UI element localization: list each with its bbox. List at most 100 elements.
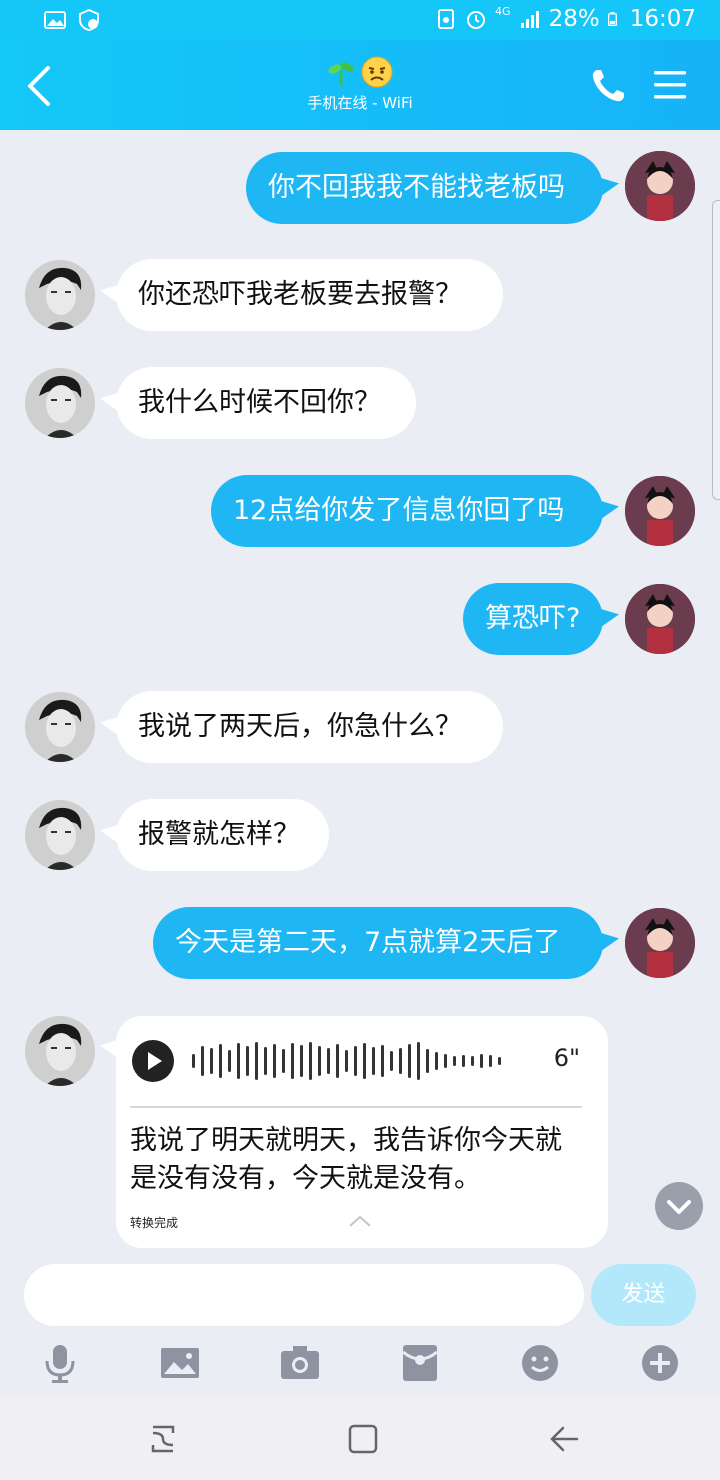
my-avatar[interactable] <box>625 151 695 221</box>
scroll-to-bottom-button[interactable] <box>655 1182 703 1232</box>
waveform-bar <box>498 1057 501 1065</box>
waveform-bar <box>309 1042 312 1080</box>
camera-button[interactable] <box>275 1338 325 1388</box>
waveform-bar <box>417 1042 420 1080</box>
battery-icon <box>607 12 617 26</box>
my-avatar[interactable] <box>625 476 695 546</box>
message-bubble-received[interactable]: 我什么时候不回你？ <box>116 367 416 439</box>
waveform-bar <box>192 1054 195 1068</box>
sprout-icon <box>328 62 354 85</box>
message-input[interactable] <box>24 1264 584 1326</box>
signal-icon <box>520 11 539 28</box>
contact-avatar[interactable] <box>25 260 95 330</box>
waveform-bar <box>354 1046 357 1076</box>
send-button[interactable]: 发送 <box>591 1264 696 1326</box>
waveform-bar <box>399 1048 402 1074</box>
message-bubble-sent[interactable]: 12点给你发了信息你回了吗 <box>211 475 603 547</box>
contact-avatar[interactable] <box>25 692 95 762</box>
waveform-bar <box>282 1049 285 1073</box>
waveform-bar <box>480 1054 483 1068</box>
message-bubble-sent[interactable]: 你不回我我不能找老板吗 <box>246 152 603 224</box>
system-navbar <box>0 1395 720 1480</box>
contact-avatar[interactable] <box>25 800 95 870</box>
image-icon <box>161 1348 199 1378</box>
waveform-bar <box>363 1043 366 1079</box>
divider <box>130 1106 582 1108</box>
image-button[interactable] <box>155 1338 205 1388</box>
waveform-bar <box>246 1046 249 1076</box>
waveform-bar <box>273 1044 276 1078</box>
message-bubble-received[interactable]: 报警就怎样？ <box>116 799 329 871</box>
waveform-bar <box>201 1046 204 1076</box>
waveform-bar <box>381 1045 384 1077</box>
voice-waveform <box>192 1040 501 1082</box>
voice-transcript: 我说了明天就明天，我告诉你今天就是没有没有，今天就是没有。 <box>130 1125 562 1194</box>
waveform-bar <box>408 1044 411 1078</box>
waveform-bar <box>255 1042 258 1080</box>
contact-avatar[interactable] <box>25 1016 95 1086</box>
waveform-bar <box>264 1047 267 1075</box>
chat-messages[interactable]: 你不回我我不能找老板吗 你还恐吓我老板要去报警？ 我什么时候不回你？ 12点给你… <box>0 130 720 1250</box>
recycle-icon <box>438 9 455 29</box>
chevron-down-icon <box>667 1200 691 1232</box>
waveform-bar <box>318 1046 321 1076</box>
camera-icon <box>281 1346 319 1379</box>
alarm-icon <box>467 11 486 29</box>
phone-icon[interactable] <box>588 66 628 106</box>
more-button[interactable] <box>635 1338 685 1388</box>
input-toolbar <box>0 1338 720 1388</box>
menu-icon[interactable] <box>652 68 688 102</box>
sick-face-icon <box>361 56 393 88</box>
chat-header: 手机在线 - WiFi <box>0 40 720 130</box>
waveform-bar <box>219 1044 222 1078</box>
online-status: 手机在线 - WiFi <box>307 94 413 112</box>
red-packet-button[interactable] <box>395 1338 445 1388</box>
chevron-up-icon[interactable] <box>348 1214 372 1228</box>
my-avatar[interactable] <box>625 908 695 978</box>
waveform-bar <box>372 1047 375 1075</box>
microphone-icon <box>45 1345 75 1383</box>
edge-panel-handle[interactable] <box>712 200 720 500</box>
waveform-bar <box>471 1056 474 1066</box>
voice-duration: 6" <box>553 1044 580 1072</box>
battery-percent: 28% <box>548 6 600 32</box>
message-bubble-sent[interactable]: 今天是第二天，7点就算2天后了 <box>153 907 603 979</box>
contact-avatar[interactable] <box>25 368 95 438</box>
waveform-bar <box>390 1051 393 1071</box>
play-button[interactable] <box>132 1040 174 1082</box>
my-avatar[interactable] <box>625 584 695 654</box>
waveform-bar <box>327 1048 330 1074</box>
waveform-bar <box>237 1043 240 1079</box>
plus-icon <box>642 1345 678 1381</box>
message-bubble-sent[interactable]: 算恐吓? <box>463 583 603 655</box>
waveform-bar <box>228 1050 231 1072</box>
recent-apps-icon[interactable] <box>143 1419 183 1459</box>
waveform-bar <box>210 1048 213 1074</box>
composer: 发送 <box>0 1250 720 1395</box>
header-title: 手机在线 - WiFi <box>260 54 460 113</box>
waveform-bar <box>345 1050 348 1072</box>
emoji-button[interactable] <box>515 1338 565 1388</box>
network-type: 4G <box>495 4 511 18</box>
waveform-bar <box>462 1055 465 1067</box>
waveform-bar <box>489 1055 492 1067</box>
waveform-bar <box>444 1054 447 1068</box>
emoji-icon <box>522 1345 558 1381</box>
waveform-bar <box>435 1052 438 1070</box>
gallery-icon <box>44 11 66 29</box>
status-bar: 4G 28% 16:07 <box>0 0 720 40</box>
back-icon[interactable] <box>22 64 58 108</box>
waveform-bar <box>336 1044 339 1078</box>
voice-message[interactable]: 6" 我说了明天就明天，我告诉你今天就是没有没有，今天就是没有。 转换完成 <box>116 1016 608 1248</box>
clock: 16:07 <box>629 6 696 32</box>
red-packet-icon <box>402 1345 438 1381</box>
message-bubble-received[interactable]: 我说了两天后，你急什么？ <box>116 691 503 763</box>
shield-check-icon <box>79 9 99 31</box>
home-icon[interactable] <box>343 1419 383 1459</box>
microphone-button[interactable] <box>35 1338 85 1388</box>
back-nav-icon[interactable] <box>545 1419 585 1459</box>
waveform-bar <box>453 1056 456 1066</box>
waveform-bar <box>291 1043 294 1079</box>
waveform-bar <box>300 1045 303 1077</box>
message-bubble-received[interactable]: 你还恐吓我老板要去报警？ <box>116 259 503 331</box>
